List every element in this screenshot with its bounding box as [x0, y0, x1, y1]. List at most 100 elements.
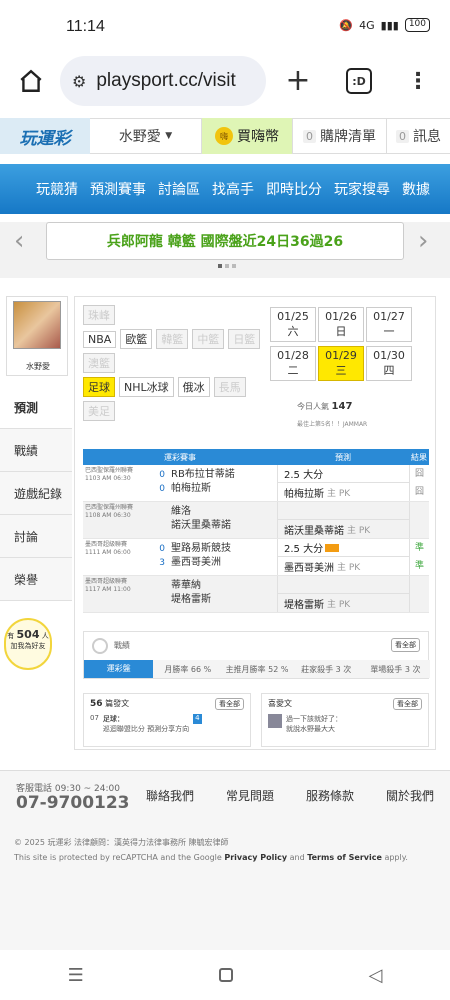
tab-switcher-icon[interactable]: :D — [346, 68, 372, 94]
teams: 維洛 諾沃里桑蒂諾 — [153, 502, 277, 538]
recap-c: and — [287, 853, 308, 862]
date-tab[interactable]: 01/26 日 — [318, 307, 364, 342]
posts-more-button[interactable]: 看全部 — [215, 698, 244, 710]
stats-bar: 運彩盤 月勝率 66 % 主推月勝率 52 % 莊家殺手 3 次 單場殺手 3 … — [84, 660, 430, 678]
nav-item[interactable]: 討論區 — [158, 179, 200, 199]
footer-link-terms[interactable]: 服務條款 — [306, 787, 354, 804]
recaptcha-notice: This site is protected by reCAPTCHA and … — [14, 853, 444, 862]
league-tag[interactable]: 珠峰 — [83, 305, 115, 325]
date-tab[interactable]: 01/30 四 — [366, 346, 412, 381]
sidebar-item-predict[interactable]: 預測 — [0, 386, 72, 429]
site-settings-icon[interactable]: ⚙ — [72, 72, 86, 91]
footer-link-faq[interactable]: 常見問題 — [226, 787, 274, 804]
sidebar-item-discuss[interactable]: 討論 — [0, 515, 72, 558]
date-weekday: 二 — [287, 364, 299, 377]
pick-total: 2.5 大分 — [278, 539, 409, 557]
friend-count: 504 — [16, 628, 40, 641]
sidebar-item-record[interactable]: 戰績 — [0, 429, 72, 472]
league-tag[interactable]: 韓籃 — [156, 329, 189, 349]
fav-sub: 就說水野最大大 — [286, 725, 335, 733]
nav-item[interactable]: 玩競猜 — [36, 179, 78, 199]
league-name: 巴西聖保羅州聯賽 — [85, 467, 134, 474]
predictions: 2.5 大分 帕梅拉斯主 PK — [277, 465, 409, 501]
user-menu[interactable]: 水野愛 ▼ — [90, 118, 202, 154]
match-info: 巴西聖保羅州聯賽 1103 AM 06:30 — [83, 465, 153, 501]
league-tag[interactable]: 歐籃 — [120, 329, 153, 349]
main-nav: 玩競猜 預測賽事 討論區 找高手 即時比分 玩家搜尋 數據 — [0, 164, 450, 214]
pick-side: 帕梅拉斯主 PK — [278, 483, 409, 501]
league-tag-selected[interactable]: 足球 — [83, 377, 115, 397]
league-name: 墨西哥超級聯賽 — [85, 541, 128, 548]
back-icon[interactable]: ◁ — [368, 965, 382, 986]
fav-head: 喜愛文 看全部 — [262, 694, 428, 714]
league-tag[interactable]: NHL冰球 — [119, 377, 174, 397]
post-title: 足球： — [102, 715, 124, 723]
date-day: 01/27 — [373, 310, 405, 323]
league-tag[interactable]: 俄冰 — [177, 377, 210, 397]
url-bar[interactable]: ⚙ playsport.cc/visit — [60, 56, 266, 106]
home-score: 0 — [159, 470, 165, 480]
stat-single-killer: 單場殺手 3 次 — [370, 664, 421, 674]
date-tab-selected[interactable]: 01/29 三 — [318, 346, 364, 381]
nav-item[interactable]: 玩家搜尋 — [334, 179, 390, 199]
league-tag[interactable]: 中籃 — [192, 329, 225, 349]
messages-link[interactable]: 0 訊息 — [386, 118, 450, 154]
date-weekday: 日 — [335, 325, 347, 338]
league-tag[interactable]: NBA — [83, 331, 117, 348]
predictions: 2.5 大分 墨西哥美洲主 PK — [277, 539, 409, 575]
chevron-left-icon[interactable]: ‹ — [14, 226, 24, 256]
stat-bookie-killer: 莊家殺手 3 次 — [301, 664, 352, 674]
home-button-icon[interactable] — [219, 968, 234, 982]
add-friend-bulb[interactable]: 有 504 人 加我為好友 — [4, 618, 52, 670]
date-tab[interactable]: 01/27 一 — [366, 307, 412, 342]
spiral-icon — [92, 638, 108, 654]
pick-side: 墨西哥美洲主 PK — [278, 557, 409, 575]
home-icon[interactable] — [16, 66, 46, 96]
footer-link-contact[interactable]: 聯絡我們 — [146, 787, 194, 804]
nav-item[interactable]: 即時比分 — [266, 179, 322, 199]
phone-number[interactable]: 07-9700123 — [16, 793, 130, 813]
table-row: 巴西聖保羅州聯賽 1108 AM 06:30 維洛 諾沃里桑蒂諾 諾沃里桑蒂諾主 P… — [83, 502, 429, 539]
fav-item[interactable]: 過一下該就好了： 就說水野最大大 — [262, 714, 428, 734]
results — [409, 502, 429, 538]
avatar[interactable] — [13, 301, 61, 349]
pick-total — [278, 502, 409, 520]
cart-link[interactable]: 0 購牌清單 — [292, 118, 386, 154]
match-time: 1108 AM 06:30 — [85, 512, 131, 519]
menu-icon[interactable]: ⋮ — [407, 66, 429, 96]
chevron-right-icon[interactable]: › — [418, 226, 428, 256]
post-item[interactable]: 07 足球： 巡迴聯盟比分 預測分享方向 4 — [84, 714, 250, 734]
profile-card: 水野愛 — [6, 296, 68, 376]
caret-down-icon: ▼ — [165, 131, 173, 141]
recent-apps-icon[interactable]: ☰ — [68, 965, 84, 986]
stats-tab[interactable]: 運彩盤 — [84, 660, 154, 678]
post-badge: 4 — [193, 714, 202, 724]
nav-item[interactable]: 找高手 — [212, 179, 254, 199]
fav-title: 過一下該就好了： — [286, 715, 342, 723]
marquee-text[interactable]: 兵郎阿龍 韓籃 國際盤近24日36過26 — [46, 222, 404, 260]
buy-coins-button[interactable]: 嗨買嗨幣 — [202, 118, 292, 154]
tos-link[interactable]: Terms of Service — [307, 853, 382, 862]
league-tag[interactable]: 美足 — [83, 401, 115, 421]
stats-more-button[interactable]: 看全部 — [391, 638, 420, 652]
league-tag[interactable]: 日籃 — [228, 329, 261, 349]
nav-item[interactable]: 數據 — [402, 179, 430, 199]
league-tag[interactable]: 長馬 — [213, 377, 246, 397]
new-tab-icon[interactable]: + — [282, 63, 314, 98]
site-logo[interactable]: 玩運彩 — [0, 118, 90, 154]
date-tab[interactable]: 01/28 二 — [270, 346, 316, 381]
league-tag[interactable]: 澳籃 — [83, 353, 115, 373]
sidebar-item-honor[interactable]: 榮譽 — [0, 558, 72, 601]
posts-count: 56 — [90, 699, 103, 709]
mute-icon: 🔕 — [339, 18, 354, 32]
sidebar-item-game-log[interactable]: 遊戲紀錄 — [0, 472, 72, 515]
privacy-link[interactable]: Privacy Policy — [224, 853, 287, 862]
result-total: 準 — [414, 543, 424, 553]
hot-badge-icon — [325, 543, 340, 552]
footer-link-about[interactable]: 關於我們 — [386, 787, 434, 804]
result-side — [410, 594, 429, 612]
date-tab[interactable]: 01/25 六 — [270, 307, 316, 342]
match-time: 1111 AM 06:00 — [85, 549, 131, 556]
fav-more-button[interactable]: 看全部 — [393, 698, 422, 710]
nav-item[interactable]: 預測賽事 — [90, 179, 146, 199]
